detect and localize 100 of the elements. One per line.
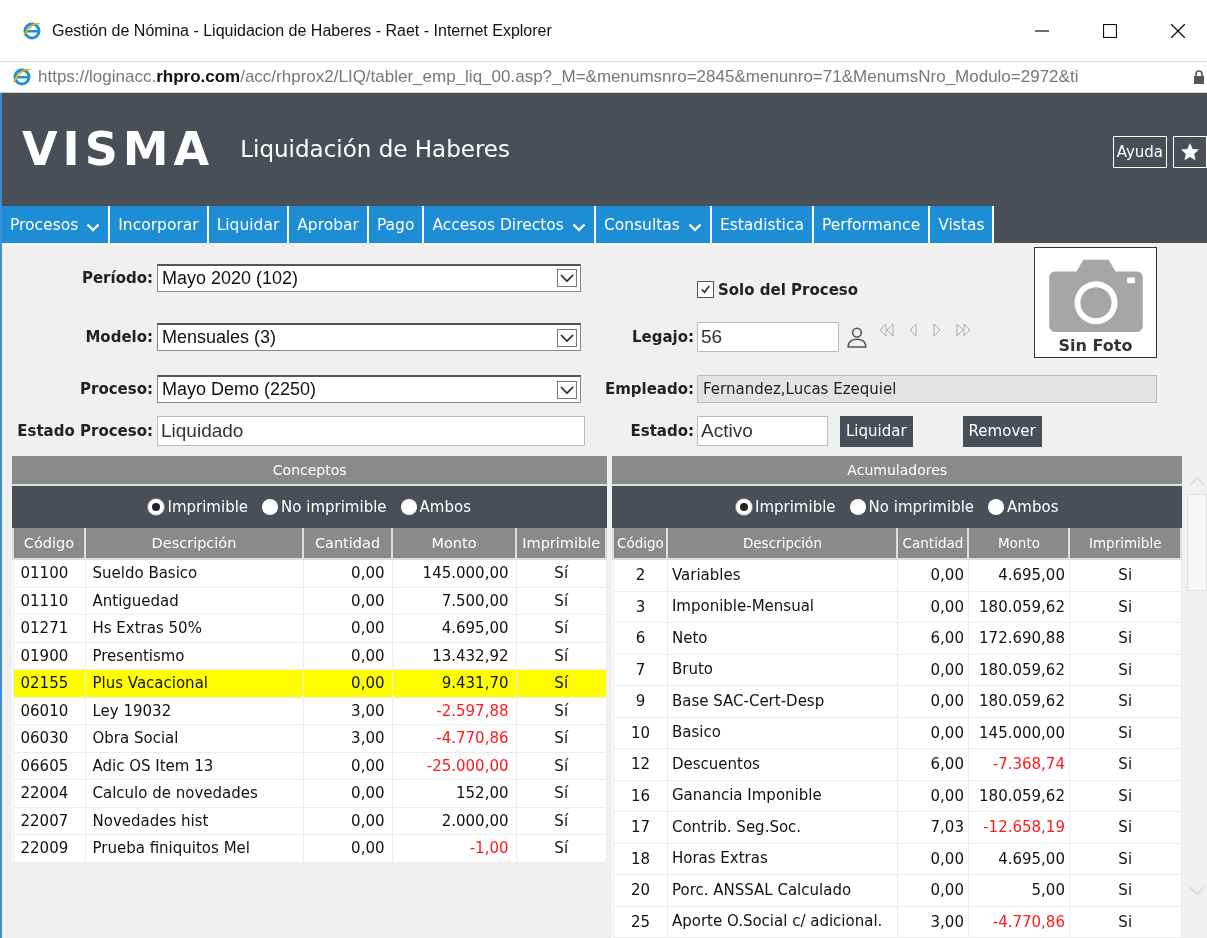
radio-button[interactable]: [988, 499, 1005, 515]
table-cell: Sí: [516, 807, 607, 835]
table-cell: 4.695,00: [968, 559, 1070, 591]
chevron-down-icon: [86, 223, 101, 232]
table-cell: 01110: [13, 587, 85, 615]
table-cell: 4.695,00: [392, 614, 516, 642]
table-cell: Si: [1069, 559, 1181, 591]
action-button[interactable]: Remover: [962, 415, 1042, 447]
table-cell: 180.059,62: [968, 780, 1070, 812]
lock-icon: [1193, 70, 1205, 85]
table-cell: Antiguedad: [85, 587, 303, 615]
table-cell: 18: [613, 843, 668, 875]
table-cell: Sueldo Basico: [85, 559, 303, 587]
checkmark-icon: [700, 284, 711, 295]
menu-item[interactable]: Aprobar: [289, 206, 369, 243]
radio-button[interactable]: [262, 499, 279, 515]
table-cell: Sí: [516, 587, 607, 615]
table-cell: Aporte O.Social c/ adicional.: [667, 906, 898, 938]
column-header: Imprimible: [1069, 528, 1181, 559]
table-cell: 12: [613, 748, 668, 780]
table-cell: Si: [1069, 717, 1181, 749]
table-cell: Basico: [667, 717, 898, 749]
table-cell: Sí: [516, 724, 607, 752]
table-cell: Neto: [667, 622, 898, 654]
checkbox[interactable]: [697, 281, 714, 298]
table-cell: 01271: [13, 614, 85, 642]
close-icon[interactable]: [1171, 23, 1185, 38]
radio-button[interactable]: [148, 499, 165, 515]
table-cell: Si: [1069, 591, 1181, 623]
table-cell: Sí: [516, 614, 607, 642]
table-cell: 0,00: [303, 642, 392, 670]
person-search-icon[interactable]: [846, 326, 868, 348]
window-title: Gestión de Nómina - Liquidacion de Haberes - Raet - Internet Explorer: [52, 21, 553, 40]
table-cell: 22007: [13, 807, 85, 835]
table-cell: Si: [1069, 843, 1181, 875]
field-label: Modelo:: [84, 328, 154, 346]
radio-button[interactable]: [849, 499, 866, 515]
column-header: Código: [13, 528, 85, 559]
table-cell: 0,00: [303, 807, 392, 835]
table-cell: Si: [1069, 622, 1181, 654]
table-cell: Horas Extras: [667, 843, 898, 875]
table-cell: 0,00: [303, 587, 392, 615]
table-cell: 3,00: [303, 724, 392, 752]
radio-button[interactable]: [735, 499, 752, 515]
action-button[interactable]: Liquidar: [840, 415, 913, 447]
table-cell: -1,00: [392, 834, 516, 862]
menu-item[interactable]: Pago: [368, 206, 425, 243]
table-cell: -2.597,88: [392, 697, 516, 725]
menu-item[interactable]: Vistas: [930, 206, 995, 243]
table-cell: Porc. ANSSAL Calculado: [667, 874, 898, 906]
table-cell: 7: [613, 654, 668, 686]
table-cell: Si: [1069, 811, 1181, 843]
menu-item[interactable]: Estadistica: [711, 206, 814, 243]
table-cell: Sí: [516, 834, 607, 862]
logo: VISMA: [22, 121, 215, 176]
field-label: Estado Proceso:: [16, 422, 154, 440]
table-cell: 0,00: [303, 614, 392, 642]
menu-item[interactable]: Liquidar: [208, 206, 290, 243]
table-cell: 180.059,62: [968, 591, 1070, 623]
table-cell: 0,00: [897, 843, 969, 875]
period-dropdown[interactable]: Mayo 2020 (102): [157, 263, 581, 292]
table-cell: 0,00: [897, 874, 969, 906]
photo-caption: Sin Foto: [1058, 336, 1133, 355]
table-cell: 0,00: [897, 654, 969, 686]
radio-label: No imprimible: [868, 498, 975, 516]
menu-item[interactable]: Consultas: [595, 206, 712, 243]
column-header: Descripción: [667, 528, 898, 559]
favorite-button[interactable]: [1173, 136, 1207, 168]
url-text[interactable]: https://loginacc.rhpro.com/acc/rhprox2/LIQ/tabler_emp_liq_00.asp?_M=&menumsnro=2845&menunro=71&MenumsNro_Modulo=2972&ti: [38, 67, 1187, 88]
field-label: Empleado:: [603, 380, 695, 398]
table-cell: 145.000,00: [968, 717, 1070, 749]
table-cell: -4.770,86: [392, 724, 516, 752]
employee-field: Fernandez,Lucas Ezequiel: [697, 375, 1157, 403]
table-cell: 152,00: [392, 779, 516, 807]
process-dropdown[interactable]: Mayo Demo (2250): [157, 375, 581, 403]
chevron-down-icon: [571, 223, 586, 232]
table-cell: 172.690,88: [968, 622, 1070, 654]
field-label: Estado:: [629, 422, 695, 440]
maximize-icon[interactable]: [1103, 23, 1117, 38]
help-button[interactable]: Ayuda: [1112, 136, 1167, 168]
star-icon: [1180, 142, 1200, 162]
menu-item[interactable]: Performance: [813, 206, 931, 243]
table-cell: Prueba finiquitos Mel: [85, 834, 303, 862]
table-cell: Si: [1069, 685, 1181, 717]
table-cell: 3,00: [303, 697, 392, 725]
table-cell: Imponible-Mensual: [667, 591, 898, 623]
table-cell: Sí: [516, 779, 607, 807]
radio-button[interactable]: [400, 499, 417, 515]
table-cell: Ganancia Imponible: [667, 780, 898, 812]
column-header: Cantidad: [303, 528, 392, 559]
menu-item[interactable]: Procesos: [2, 206, 111, 243]
column-header: Imprimible: [516, 528, 607, 559]
menu-item[interactable]: Incorporar: [110, 206, 209, 243]
table-cell: Sí: [516, 697, 607, 725]
column-header: Descripción: [85, 528, 303, 559]
table-cell: 0,00: [303, 559, 392, 587]
legajo-field[interactable]: 56: [697, 322, 839, 352]
table-cell: 180.059,62: [968, 654, 1070, 686]
menu-item[interactable]: Accesos Directos: [424, 206, 596, 243]
model-dropdown[interactable]: Mensuales (3): [157, 323, 581, 351]
